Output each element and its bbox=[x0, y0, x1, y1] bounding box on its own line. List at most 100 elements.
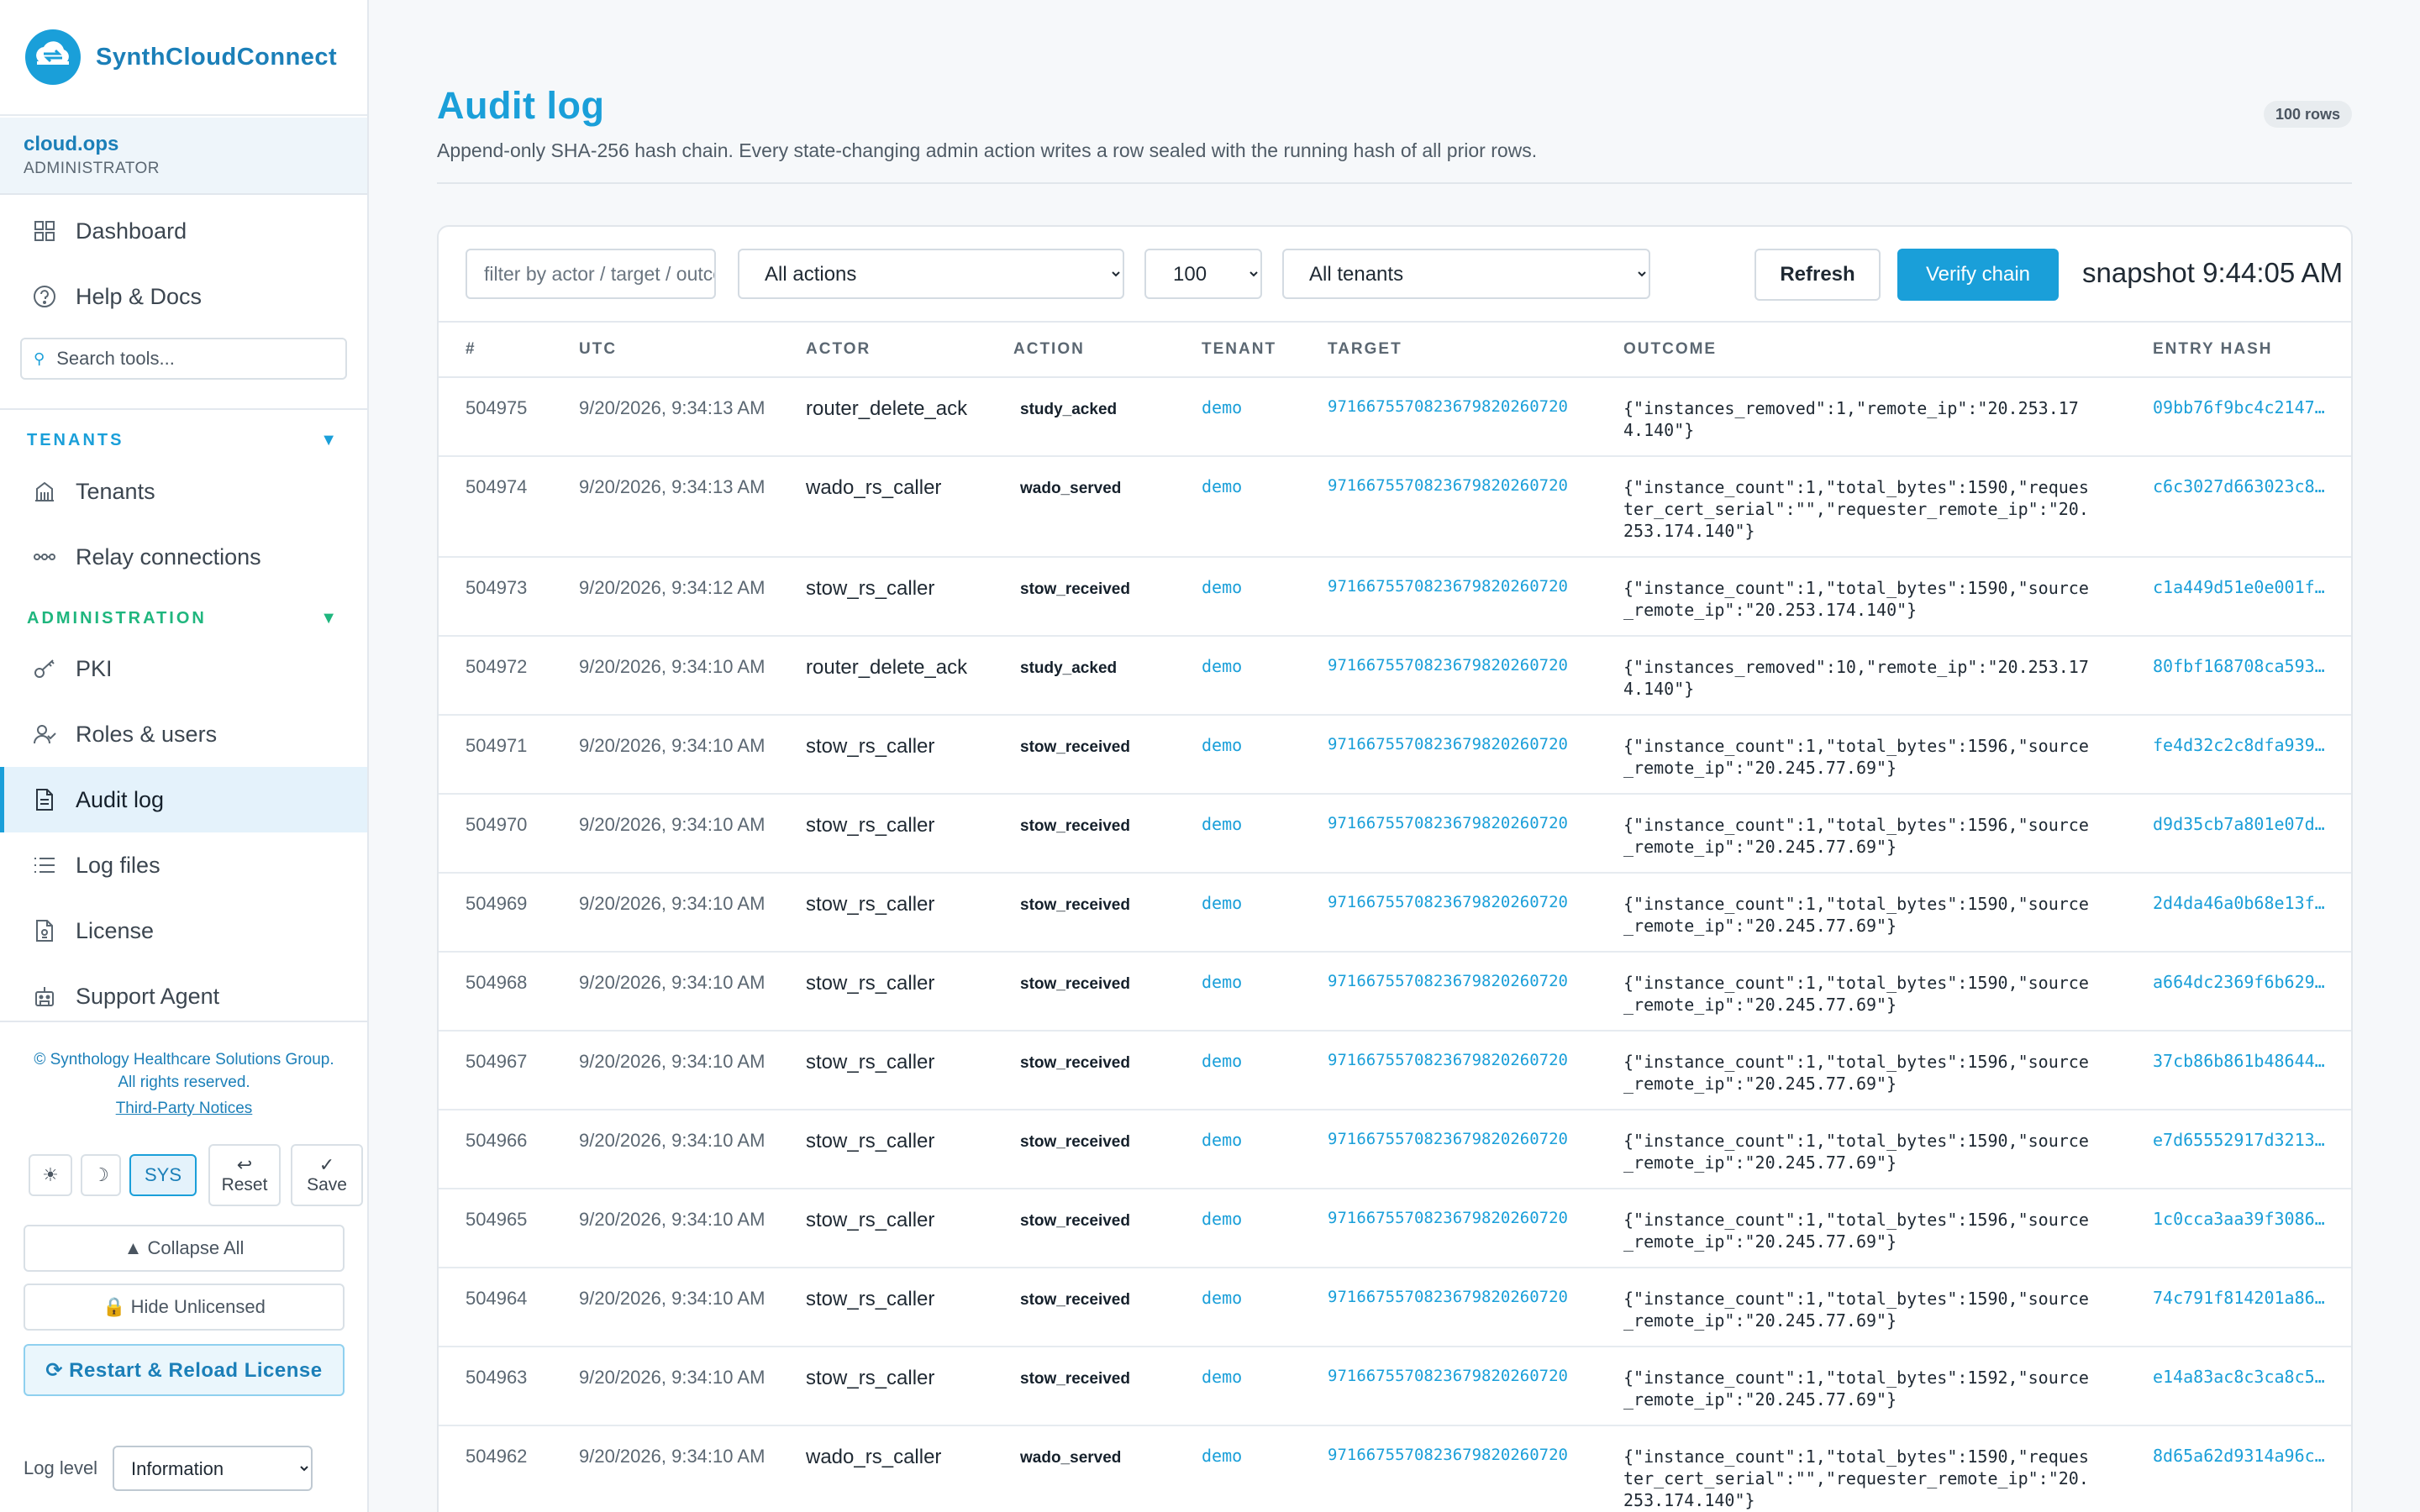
nav-tenants[interactable]: Tenants bbox=[0, 459, 367, 524]
row-entry-hash-link[interactable]: 09bb76f9bc4c2147a1 bbox=[2153, 397, 2335, 417]
row-tenant-link[interactable]: demo bbox=[1202, 577, 1242, 597]
hide-unlicensed-button[interactable]: 🔒 Hide Unlicensed bbox=[24, 1284, 345, 1331]
column-header[interactable]: OUTCOME bbox=[1597, 321, 2126, 378]
tool-search-input[interactable] bbox=[56, 348, 326, 370]
column-header[interactable]: ENTRY HASH bbox=[2126, 321, 2351, 378]
user-check-icon bbox=[32, 722, 57, 747]
table-row[interactable]: 504971 9/20/2026, 9:34:10 AM stow_rs_calle… bbox=[439, 715, 2351, 795]
row-entry-hash-link[interactable]: 74c791f814201a865c bbox=[2153, 1288, 2335, 1308]
row-target-link[interactable]: 9716675570823679820260720 bbox=[1328, 577, 1568, 596]
table-row[interactable]: 504969 9/20/2026, 9:34:10 AM stow_rs_calle… bbox=[439, 873, 2351, 953]
action-filter-select[interactable]: All actions bbox=[738, 249, 1124, 299]
nav-license[interactable]: License bbox=[0, 898, 367, 963]
row-target-link[interactable]: 9716675570823679820260720 bbox=[1328, 1367, 1568, 1385]
row-entry-hash-link[interactable]: 1c0cca3aa39f30864b bbox=[2153, 1209, 2335, 1229]
table-row[interactable]: 504968 9/20/2026, 9:34:10 AM stow_rs_calle… bbox=[439, 952, 2351, 1032]
row-entry-hash-link[interactable]: c6c3027d663023c8b2 bbox=[2153, 476, 2335, 496]
section-administration[interactable]: ADMINISTRATION ▼ bbox=[0, 601, 367, 635]
collapse-all-button[interactable]: ▲ Collapse All bbox=[24, 1225, 345, 1272]
table-row[interactable]: 504965 9/20/2026, 9:34:10 AM stow_rs_calle… bbox=[439, 1189, 2351, 1268]
row-tenant-link[interactable]: demo bbox=[1202, 1367, 1242, 1387]
refresh-button[interactable]: Refresh bbox=[1754, 249, 1881, 301]
row-entry-hash-link[interactable]: d9d35cb7a801e07d f6 bbox=[2153, 814, 2345, 834]
theme-dark-button[interactable]: ☽ bbox=[81, 1154, 121, 1196]
row-entry-hash-link[interactable]: 37cb86b861b4864429 bbox=[2153, 1051, 2335, 1071]
row-tenant-link[interactable]: demo bbox=[1202, 656, 1242, 676]
row-entry-hash-link[interactable]: 2d4da46a0b68e13f07 bbox=[2153, 893, 2335, 913]
row-entry-hash-link[interactable]: a664dc2369f6b62918 bbox=[2153, 972, 2335, 992]
row-target-link[interactable]: 9716675570823679820260720 bbox=[1328, 1446, 1568, 1464]
main-content: Audit log Append-only SHA-256 hash chain… bbox=[370, 0, 2420, 1512]
row-tenant-link[interactable]: demo bbox=[1202, 972, 1242, 992]
row-tenant-link[interactable]: demo bbox=[1202, 476, 1242, 496]
divider bbox=[0, 1021, 367, 1022]
row-tenant-link[interactable]: demo bbox=[1202, 1209, 1242, 1229]
row-target-link[interactable]: 9716675570823679820260720 bbox=[1328, 1051, 1568, 1069]
table-row[interactable]: 504974 9/20/2026, 9:34:13 AM wado_rs_calle… bbox=[439, 456, 2351, 558]
table-row[interactable]: 504972 9/20/2026, 9:34:10 AM router_delete… bbox=[439, 636, 2351, 716]
row-target-link[interactable]: 9716675570823679820260720 bbox=[1328, 814, 1568, 832]
row-target-link-cell: 9716675570823679820260720 bbox=[1301, 715, 1597, 795]
row-target-link[interactable]: 9716675570823679820260720 bbox=[1328, 1209, 1568, 1227]
restart-reload-license-button[interactable]: ⟳ Restart & Reload License bbox=[24, 1344, 345, 1396]
row-tenant-link[interactable]: demo bbox=[1202, 893, 1242, 913]
filter-input[interactable] bbox=[466, 249, 716, 299]
table-row[interactable]: 504963 9/20/2026, 9:34:10 AM stow_rs_calle… bbox=[439, 1347, 2351, 1426]
row-target-link[interactable]: 9716675570823679820260720 bbox=[1328, 656, 1568, 675]
row-target-link[interactable]: 9716675570823679820260720 bbox=[1328, 397, 1568, 416]
column-header[interactable]: ACTOR bbox=[779, 321, 986, 378]
row-tenant-link[interactable]: demo bbox=[1202, 1130, 1242, 1150]
user-box[interactable]: cloud.ops ADMINISTRATOR bbox=[0, 118, 367, 195]
row-entry-hash-link[interactable]: e7d65552917d32133a bbox=[2153, 1130, 2335, 1150]
row-target-link[interactable]: 9716675570823679820260720 bbox=[1328, 972, 1568, 990]
row-entry-hash-link[interactable]: 80fbf168708ca593d4 bbox=[2153, 656, 2335, 676]
column-header[interactable]: TARGET bbox=[1301, 321, 1597, 378]
row-tenant-link[interactable]: demo bbox=[1202, 1051, 1242, 1071]
nav-help[interactable]: Help & Docs bbox=[0, 264, 367, 329]
column-header[interactable]: UTC bbox=[552, 321, 779, 378]
theme-system-button[interactable]: SYS bbox=[129, 1154, 197, 1196]
row-tenant-link[interactable]: demo bbox=[1202, 814, 1242, 834]
verify-chain-button[interactable]: Verify chain bbox=[1897, 249, 2059, 301]
nav-pki[interactable]: PKI bbox=[0, 636, 367, 701]
limit-select[interactable]: 100 bbox=[1144, 249, 1262, 299]
table-row[interactable]: 504966 9/20/2026, 9:34:10 AM stow_rs_calle… bbox=[439, 1110, 2351, 1189]
row-target-link[interactable]: 9716675570823679820260720 bbox=[1328, 476, 1568, 495]
column-header[interactable]: ACTION bbox=[986, 321, 1175, 378]
table-row[interactable]: 504970 9/20/2026, 9:34:10 AM stow_rs_calle… bbox=[439, 794, 2351, 874]
log-level-select[interactable]: Information bbox=[113, 1446, 313, 1491]
row-entry-hash-link[interactable]: c1a449d51e0e001f3c bbox=[2153, 577, 2335, 597]
row-entry-hash-link[interactable]: fe4d32c2c8dfa939e5 bbox=[2153, 735, 2335, 755]
row-target-link[interactable]: 9716675570823679820260720 bbox=[1328, 1288, 1568, 1306]
nav-support-agent[interactable]: Support Agent bbox=[0, 963, 367, 1029]
tenant-filter-select[interactable]: All tenants bbox=[1282, 249, 1650, 299]
row-tenant-link[interactable]: demo bbox=[1202, 1446, 1242, 1466]
row-target-link[interactable]: 9716675570823679820260720 bbox=[1328, 893, 1568, 911]
nav-roles[interactable]: Roles & users bbox=[0, 701, 367, 767]
row-entry-hash-link[interactable]: e14a83ac8c3ca8c56d bbox=[2153, 1367, 2335, 1387]
theme-light-button[interactable]: ☀ bbox=[29, 1154, 72, 1196]
table-row[interactable]: 504967 9/20/2026, 9:34:10 AM stow_rs_calle… bbox=[439, 1031, 2351, 1110]
table-row[interactable]: 504975 9/20/2026, 9:34:13 AM router_delete… bbox=[439, 377, 2351, 457]
nav-audit-log[interactable]: Audit log bbox=[0, 767, 367, 832]
nav-relay[interactable]: Relay connections bbox=[0, 524, 367, 590]
third-party-notices-link[interactable]: Third-Party Notices bbox=[25, 1097, 343, 1120]
table-row[interactable]: 504973 9/20/2026, 9:34:12 AM stow_rs_calle… bbox=[439, 557, 2351, 637]
row-tenant-link[interactable]: demo bbox=[1202, 1288, 1242, 1308]
column-header[interactable]: # bbox=[439, 321, 552, 378]
row-tenant-link[interactable]: demo bbox=[1202, 397, 1242, 417]
row-target-link[interactable]: 9716675570823679820260720 bbox=[1328, 735, 1568, 753]
nav-dashboard[interactable]: Dashboard bbox=[0, 198, 367, 264]
table-row[interactable]: 504964 9/20/2026, 9:34:10 AM stow_rs_calle… bbox=[439, 1268, 2351, 1347]
row-tenant-link[interactable]: demo bbox=[1202, 735, 1242, 755]
brand[interactable]: SynthCloudConnect bbox=[0, 0, 367, 116]
row-target-link[interactable]: 9716675570823679820260720 bbox=[1328, 1130, 1568, 1148]
reset-button[interactable]: ↩ Reset bbox=[208, 1144, 281, 1206]
save-button[interactable]: ✓ Save bbox=[291, 1144, 363, 1206]
tool-search[interactable]: ⚲ bbox=[20, 338, 347, 380]
section-tenants[interactable]: TENANTS ▼ bbox=[0, 423, 367, 457]
row-entry-hash-link[interactable]: 8d65a62d9314a96c7e bbox=[2153, 1446, 2335, 1466]
table-row[interactable]: 504962 9/20/2026, 9:34:10 AM wado_rs_calle… bbox=[439, 1425, 2351, 1512]
nav-log-files[interactable]: Log files bbox=[0, 832, 367, 898]
column-header[interactable]: TENANT bbox=[1175, 321, 1301, 378]
